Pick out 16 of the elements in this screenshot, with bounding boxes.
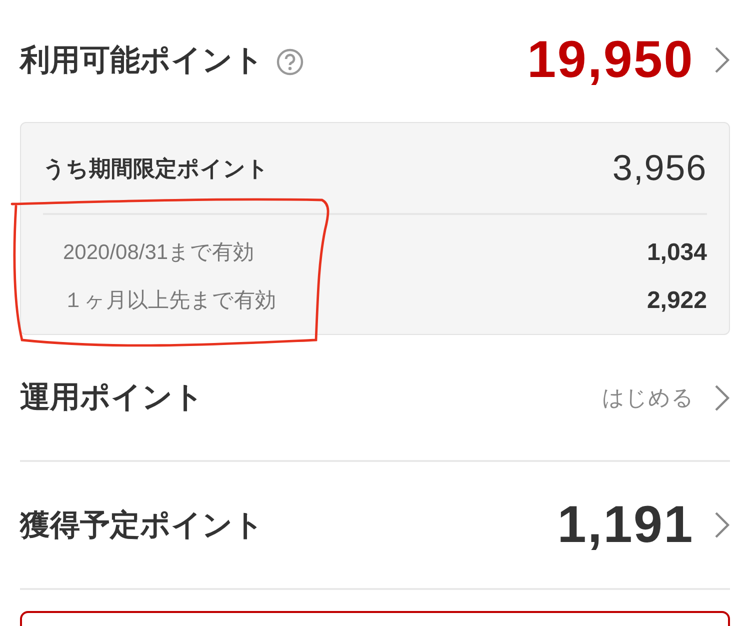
points-label: 利用可能ポイント bbox=[20, 42, 264, 78]
pending-points-label: 獲得予定ポイント bbox=[20, 508, 264, 544]
investment-points-label: 運用ポイント bbox=[20, 380, 204, 416]
chevron-right-icon[interactable] bbox=[714, 384, 730, 412]
help-icon[interactable] bbox=[276, 48, 304, 76]
start-link[interactable]: はじめる bbox=[602, 381, 694, 414]
expiry-points-value: 2,922 bbox=[646, 286, 707, 316]
expiry-label: １ヶ月以上先まで有効 bbox=[62, 288, 276, 314]
expiry-label: 2020/08/31まで有効 bbox=[62, 240, 254, 266]
chevron-right-icon[interactable] bbox=[714, 511, 730, 539]
chevron-right-icon[interactable] bbox=[714, 46, 730, 74]
limited-points-label: うち期間限定ポイント bbox=[43, 154, 269, 182]
expiry-points-value: 1,034 bbox=[646, 238, 707, 268]
pending-points-value: 1,191 bbox=[557, 495, 694, 556]
points-value: 19,950 bbox=[527, 30, 694, 91]
limited-points-value: 3,956 bbox=[612, 146, 707, 190]
